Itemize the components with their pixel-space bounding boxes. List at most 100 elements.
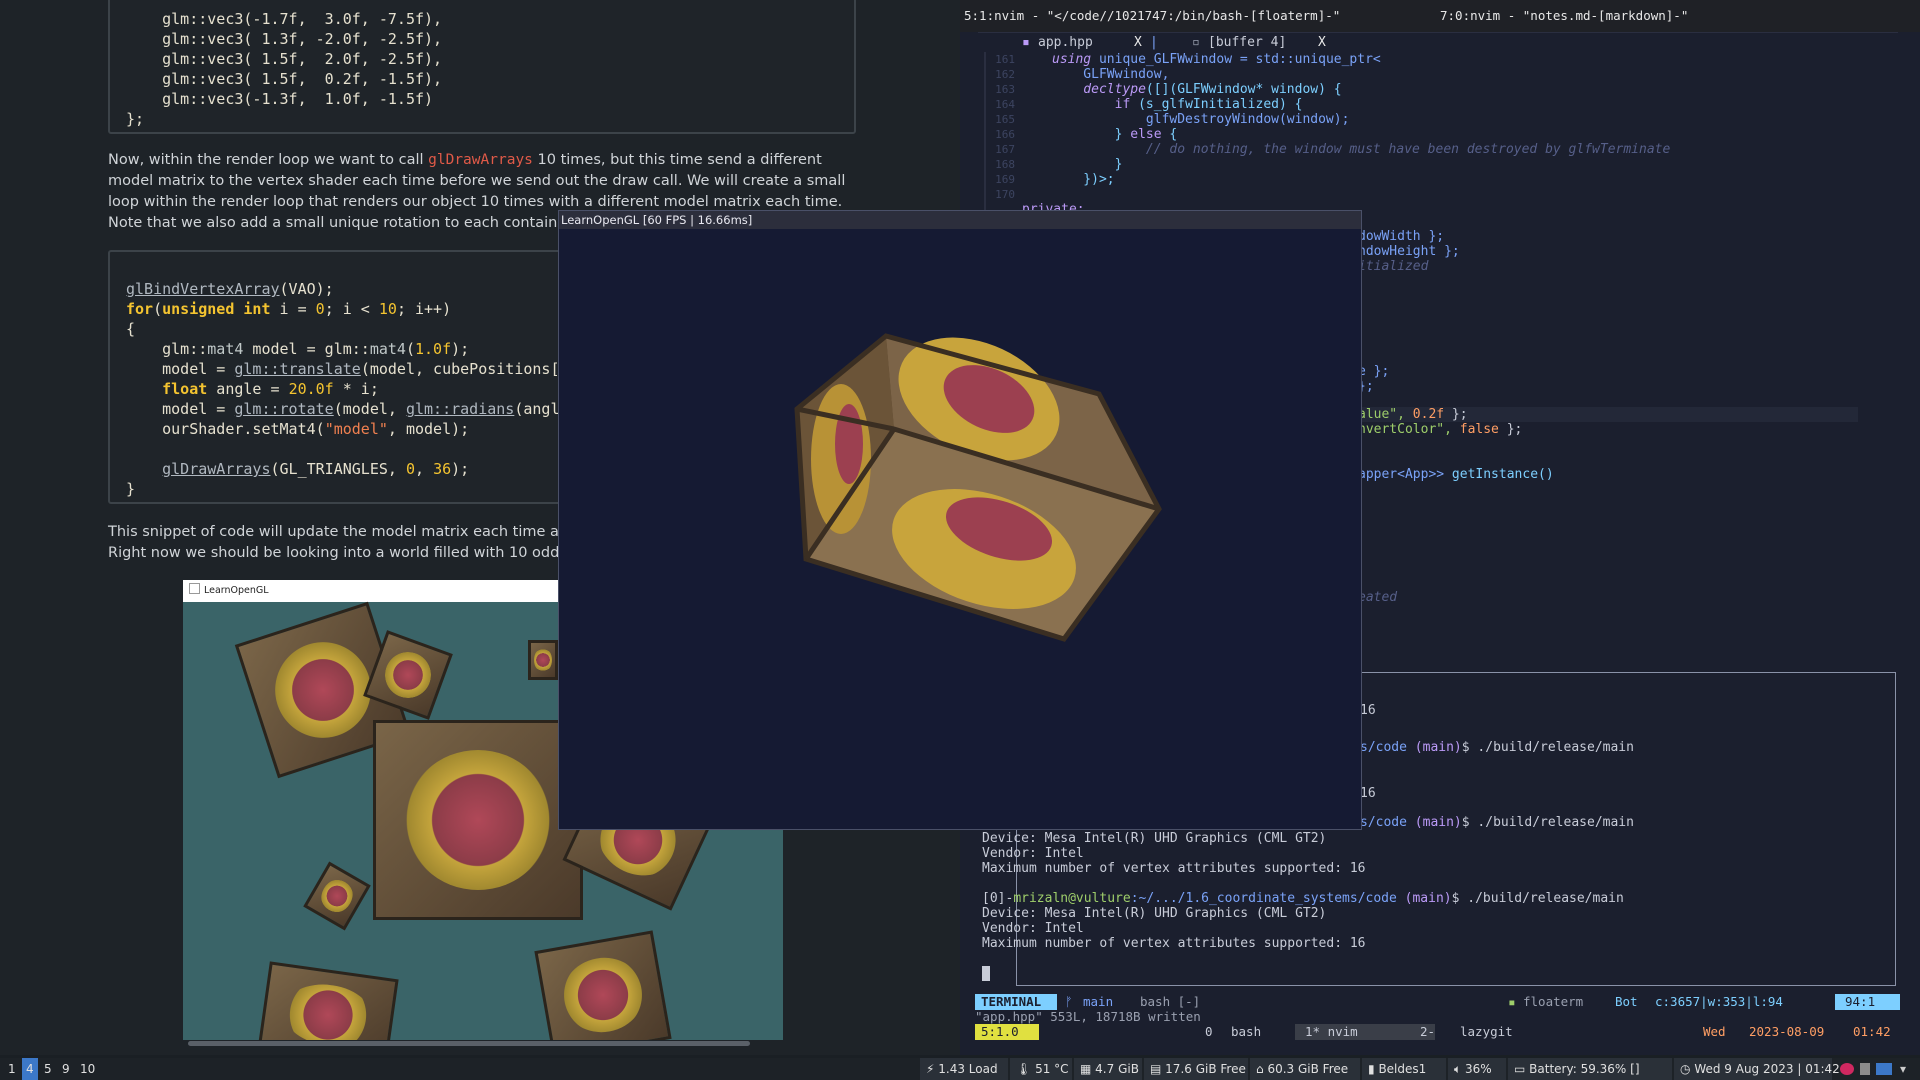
crate-image [373,720,583,920]
code-line: glm::vec3( 1.5f, 0.2f, -1.5f), [126,70,443,88]
tray-expand-icon[interactable]: ▾ [1900,1058,1906,1080]
code-line: apper<App>> getInstance() [1358,467,1554,482]
tmux-window-index[interactable]: 2- [1420,1024,1435,1040]
code-line: } else { [1052,127,1178,142]
filetype: floaterm [1523,994,1584,1009]
code-line: ndowHeight }; [1358,244,1460,259]
terminal-prompt: [0]-mrizaln@vulture:~/.../1.6_coordinate… [982,891,1624,906]
file-icon: ▫ [1192,35,1200,50]
divider [978,32,1898,33]
code-line: float angle = 20.0f * i; [162,380,379,398]
battery: ▭ Battery: 59.36% [] [1508,1058,1672,1080]
line-number: 167 [995,143,1015,156]
terminal-line: Maximum number of vertex attributes supp… [982,936,1366,951]
clock[interactable]: ◷ Wed 9 Aug 2023 | 01:42 [1674,1058,1840,1080]
code-line: } [126,480,136,498]
tray-app-icon[interactable] [1876,1063,1892,1075]
rotating-cube [794,333,1162,642]
cpu-load: ⚡ 1.43 Load [920,1058,1008,1080]
code-line: glm::mat4 model = glm::mat4(1.0f); [126,340,470,358]
function-link[interactable]: glm::rotate [234,400,333,418]
inline-code-link[interactable]: glDrawArrays [428,152,533,168]
workspace-9[interactable]: 9 [62,1058,70,1080]
function-link[interactable]: glDrawArrays [162,460,270,478]
code-line: ourShader.setMat4("model", model); [126,420,470,438]
wifi[interactable]: ▮ Beldes1 [1362,1058,1446,1080]
system-status-bar: 1 4 5 9 10 ⚡ 1.43 Load 🌡︎ 51 °C ▦ 4.7 Gi… [0,1058,1920,1080]
code-line: }; [126,110,145,128]
function-link[interactable]: glBindVertexArray [126,280,280,298]
tmux-pane-title-left: 5:1:nvim - "</code//1021747:/bin/bash-[f… [964,8,1341,23]
buffer-tab-app-hpp[interactable]: app.hpp [1038,34,1093,52]
tray-app-icon[interactable] [1840,1063,1854,1075]
terminal-line: Vendor: Intel [982,921,1084,936]
code-line: glBindVertexArray(VAO); [126,280,334,298]
git-branch-icon: ᚠ [1065,994,1073,1009]
clock-icon: ◷ [1680,1062,1691,1076]
line-number: 163 [995,83,1015,96]
tmux-day: Wed [1703,1024,1726,1039]
code-comment: itialized [1358,259,1429,274]
workspace-1[interactable]: 1 [8,1058,16,1080]
workspace-4-active[interactable]: 4 [22,1058,38,1080]
tmux-window-index[interactable]: 0 [1205,1024,1213,1040]
tmux-date: 2023-08-09 [1749,1024,1825,1039]
crate-image [303,861,371,931]
code-line: nvertColor", false }; [1358,422,1523,437]
code-line: glDrawArrays(GL_TRIANGLES, 0, 36); [162,460,470,478]
file-name: bash [-] [1140,994,1201,1009]
tmux-window-active[interactable]: 1* nvim [1295,1024,1435,1040]
code-line: glfwDestroyWindow(window); [1052,112,1350,127]
disk-home: ⌂ 60.3 GiB Free [1250,1058,1360,1080]
terminal-line: Device: Mesa Intel(R) UHD Graphics (CML … [982,831,1327,846]
battery-icon: ▭ [1514,1062,1526,1076]
tmux-session: 5:1.0 [975,1024,1039,1040]
function-link[interactable]: glm::radians [406,400,514,418]
terminal-line: 16 [1360,703,1376,718]
code-comment: // do nothing, the window must have been… [1052,142,1671,157]
terminal-line: Device: Mesa Intel(R) UHD Graphics (CML … [982,906,1327,921]
nvim-statusline: TERMINAL ᚠ main bash [-] ▪ floaterm Bot … [975,994,1900,1010]
terminal-line: Maximum number of vertex attributes supp… [982,861,1366,876]
function-link[interactable]: glm::translate [234,360,360,378]
code-line: GLFWwindow, [1052,67,1170,82]
tmux-window-bash[interactable]: bash [1231,1024,1261,1040]
crate-image [534,930,672,1040]
terminal-line: Vendor: Intel [982,846,1084,861]
tmux-window-lazygit[interactable]: lazygit [1460,1024,1513,1040]
code-line: glm::vec3(-1.3f, 1.0f, -1.5f) [126,90,434,108]
terminal-line: s/code (main)$ ./build/release/main [1360,740,1634,755]
code-line: })>; [1052,172,1115,187]
code-line: dowWidth }; [1358,229,1445,244]
volume-icon: 🔈︎ [1454,1062,1462,1076]
line-number: 169 [995,173,1015,186]
code-line: glm::vec3(-1.7f, 3.0f, -7.5f), [126,10,443,28]
mode-indicator: TERMINAL [975,994,1057,1010]
word-count: c:3657|w:353|l:94 [1655,994,1783,1009]
horizontal-scrollbar[interactable] [188,1041,750,1046]
cpu-icon: ⚡ [926,1062,935,1076]
bufferline: ▪ app.hpp X | ▫ [buffer 4] X [978,34,1878,52]
crate-image [528,640,558,680]
git-branch: main [1083,994,1114,1009]
tmux-time: 01:42 [1853,1024,1891,1039]
buffer-tab-buffer-4[interactable]: [buffer 4] [1208,34,1286,52]
disk-icon: ⌂ [1256,1062,1264,1076]
command-message: "app.hpp" 553L, 18718B written [975,1009,1201,1024]
code-line: glm::vec3( 1.3f, -2.0f, -2.5f), [126,30,443,48]
app-icon [189,583,200,594]
crate-image [257,961,399,1040]
workspace-10[interactable]: 10 [80,1058,95,1080]
close-icon[interactable]: X [1134,34,1142,52]
volume[interactable]: 🔈︎ 36% [1448,1058,1506,1080]
thermometer-icon: 🌡︎ [1016,1062,1032,1076]
code-line: e }; [1358,364,1390,379]
workspace-5[interactable]: 5 [44,1058,52,1080]
opengl-window[interactable]: LearnOpenGL [60 FPS | 16.66ms] [558,210,1362,830]
tray-app-icon[interactable] [1860,1063,1870,1075]
opengl-window-titlebar[interactable]: LearnOpenGL [60 FPS | 16.66ms] [559,211,1361,229]
close-icon[interactable]: X [1318,34,1326,52]
memory-icon: ▦ [1080,1062,1092,1076]
terminal-cursor [982,966,990,981]
tmux-title-bar: 5:1:nvim - "</code//1021747:/bin/bash-[f… [960,0,1920,32]
